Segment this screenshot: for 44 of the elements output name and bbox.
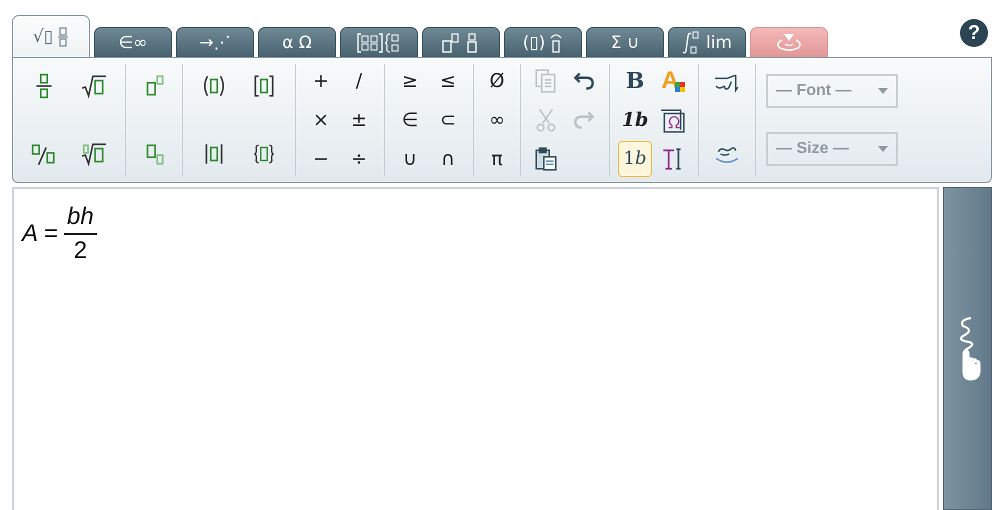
symbol-button[interactable]: ∪ [393, 140, 427, 177]
symbol-button[interactable]: + [304, 63, 338, 100]
palette-tab[interactable]: (▯) [504, 27, 582, 57]
caret-icon [878, 88, 888, 94]
bold-button[interactable]: B [618, 63, 652, 100]
symbol-button[interactable]: ∈ [393, 102, 427, 138]
fraction-numerator: bh [64, 203, 97, 235]
palette-tab[interactable]: lim [668, 27, 746, 57]
normal-button[interactable]: 1b [618, 140, 652, 177]
formula-relation: = [44, 220, 58, 248]
symbol-button[interactable]: ± [342, 102, 376, 138]
fraction-denominator: 2 [74, 236, 88, 265]
symbol-style-icon [660, 106, 686, 133]
palette-tab[interactable] [340, 27, 418, 57]
symbol-button[interactable]: π [480, 140, 514, 177]
symbol-button[interactable]: ÷ [342, 140, 376, 177]
palette-tab[interactable]: Σ ∪ [586, 27, 664, 57]
italic-button[interactable]: 1b [618, 102, 652, 138]
palette-tab[interactable]: √▯ [12, 15, 90, 57]
matrix-icon [357, 32, 401, 54]
help-button[interactable]: ? [960, 19, 988, 47]
symbol-button[interactable]: ∩ [431, 140, 465, 177]
nth-root-icon [81, 141, 107, 167]
palette-tab[interactable]: →⋰ [176, 27, 254, 57]
symbol-button[interactable]: ≥ [393, 63, 427, 100]
symbol-button[interactable]: − [304, 140, 338, 177]
caret-icon [878, 146, 888, 152]
symbol-button[interactable]: ≤ [431, 63, 465, 100]
paste-icon [533, 146, 559, 172]
color-squares-icon [674, 82, 685, 92]
symbol-button[interactable]: × [304, 102, 338, 138]
symbol-button[interactable]: Ø [480, 63, 514, 100]
palette-tab[interactable]: α Ω [258, 27, 336, 57]
handwriting-sidebar[interactable] [943, 187, 992, 510]
hat-box-icon [549, 32, 564, 54]
symbol-button[interactable]: ∞ [480, 102, 514, 138]
symbol-button[interactable]: ⊂ [431, 102, 465, 138]
symbol-button[interactable]: / [342, 63, 376, 100]
fraction-icon [57, 26, 70, 48]
palette-tab[interactable]: ∈∞ [94, 27, 172, 57]
parentheses-icon [201, 73, 227, 99]
formula-variable: A [22, 220, 38, 248]
root-icon [81, 73, 107, 99]
palette-tab[interactable] [422, 27, 500, 57]
